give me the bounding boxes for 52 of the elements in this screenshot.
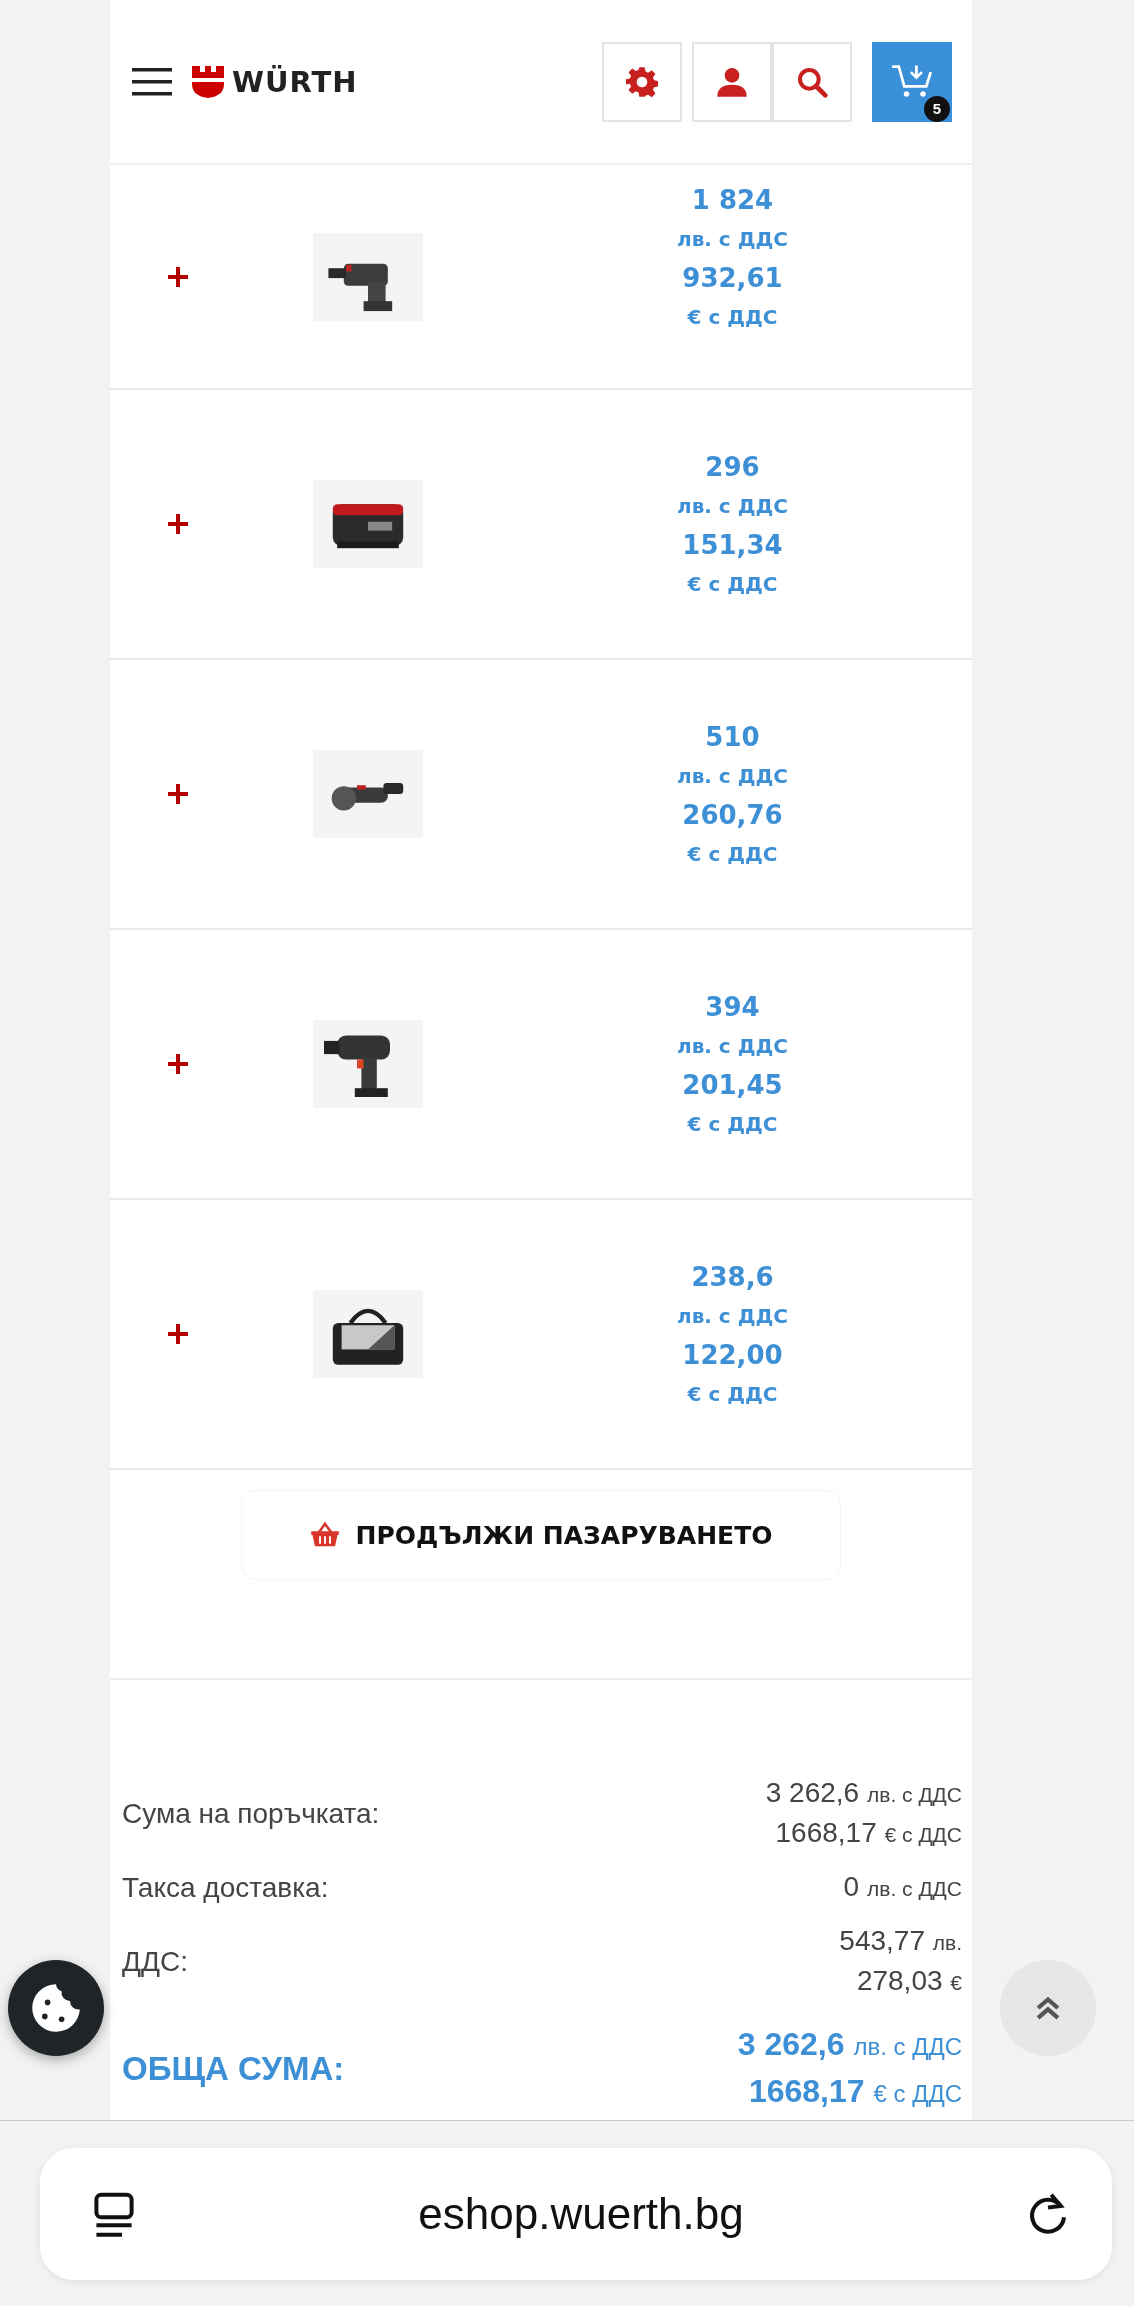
user-icon: [716, 65, 748, 98]
basket-icon: [309, 1522, 340, 1548]
summary-amount: 3 262,6 лв. с ДДС: [765, 1776, 962, 1810]
summary-label: ДДС:: [122, 1946, 188, 1978]
continue-shopping-button[interactable]: ПРОДЪЛЖИ ПАЗАРУВАНЕТО: [241, 1490, 841, 1580]
cart-button[interactable]: 5: [872, 41, 952, 122]
price-bgn: 296: [705, 452, 760, 482]
total-label: ОБЩА СУМА:: [122, 2050, 345, 2088]
total-amount: 3 262,6 лв. с ДДС: [737, 2025, 962, 2064]
price-unit: € с ДДС: [687, 572, 778, 596]
summary-amount: 543,77 лв.: [839, 1924, 962, 1958]
account-button[interactable]: [692, 41, 772, 122]
price-unit: лв. с ДДС: [677, 1304, 788, 1328]
settings-button[interactable]: [602, 41, 682, 122]
price-unit: лв. с ДДС: [677, 1034, 788, 1058]
search-button[interactable]: [772, 41, 852, 122]
price-eur: 932,61: [682, 262, 783, 293]
price-bgn: 1 824: [691, 184, 774, 215]
price-eur: 151,34: [682, 530, 783, 560]
summary-amount: 1668,17 € с ДДС: [775, 1816, 962, 1850]
price-bgn: 394: [705, 992, 760, 1022]
logo[interactable]: WÜRTH: [232, 64, 358, 99]
menu-icon[interactable]: [132, 65, 172, 98]
add-icon[interactable]: [168, 1324, 188, 1344]
summary-label: Такса доставка:: [122, 1872, 329, 1904]
total-amount: 1668,17 € с ДДС: [748, 2072, 962, 2111]
price-unit: € с ДДС: [687, 1382, 778, 1406]
price-eur: 122,00: [682, 1340, 783, 1370]
add-icon[interactable]: [168, 784, 188, 804]
price-bgn: 510: [705, 722, 760, 752]
price-unit: € с ДДС: [687, 1112, 778, 1136]
search-icon: [796, 65, 828, 98]
price-unit: € с ДДС: [687, 842, 778, 866]
summary-label: Сума на поръчката:: [122, 1798, 380, 1830]
price-unit: € с ДДС: [687, 304, 778, 329]
cart-count-badge: 5: [924, 95, 950, 122]
add-icon[interactable]: [168, 514, 188, 534]
summary-amount: 0 лв. с ДДС: [843, 1870, 962, 1904]
price-bgn: 238,6: [691, 1262, 774, 1292]
cookie-button[interactable]: [8, 1960, 104, 2056]
logo-emblem-icon: [192, 65, 224, 98]
price-eur: 260,76: [682, 800, 783, 830]
price-unit: лв. с ДДС: [677, 494, 788, 518]
url-text: eshop.wuerth.bg: [418, 2189, 744, 2239]
settings-icon: [626, 65, 658, 98]
summary-amount: 278,03 €: [856, 1964, 962, 1998]
add-icon[interactable]: [168, 266, 188, 287]
price-eur: 201,45: [682, 1070, 783, 1100]
add-icon[interactable]: [168, 1054, 188, 1074]
address-bar[interactable]: eshop.wuerth.bg: [40, 2148, 1112, 2280]
price-unit: лв. с ДДС: [677, 764, 788, 788]
price-unit: лв. с ДДС: [677, 226, 788, 251]
